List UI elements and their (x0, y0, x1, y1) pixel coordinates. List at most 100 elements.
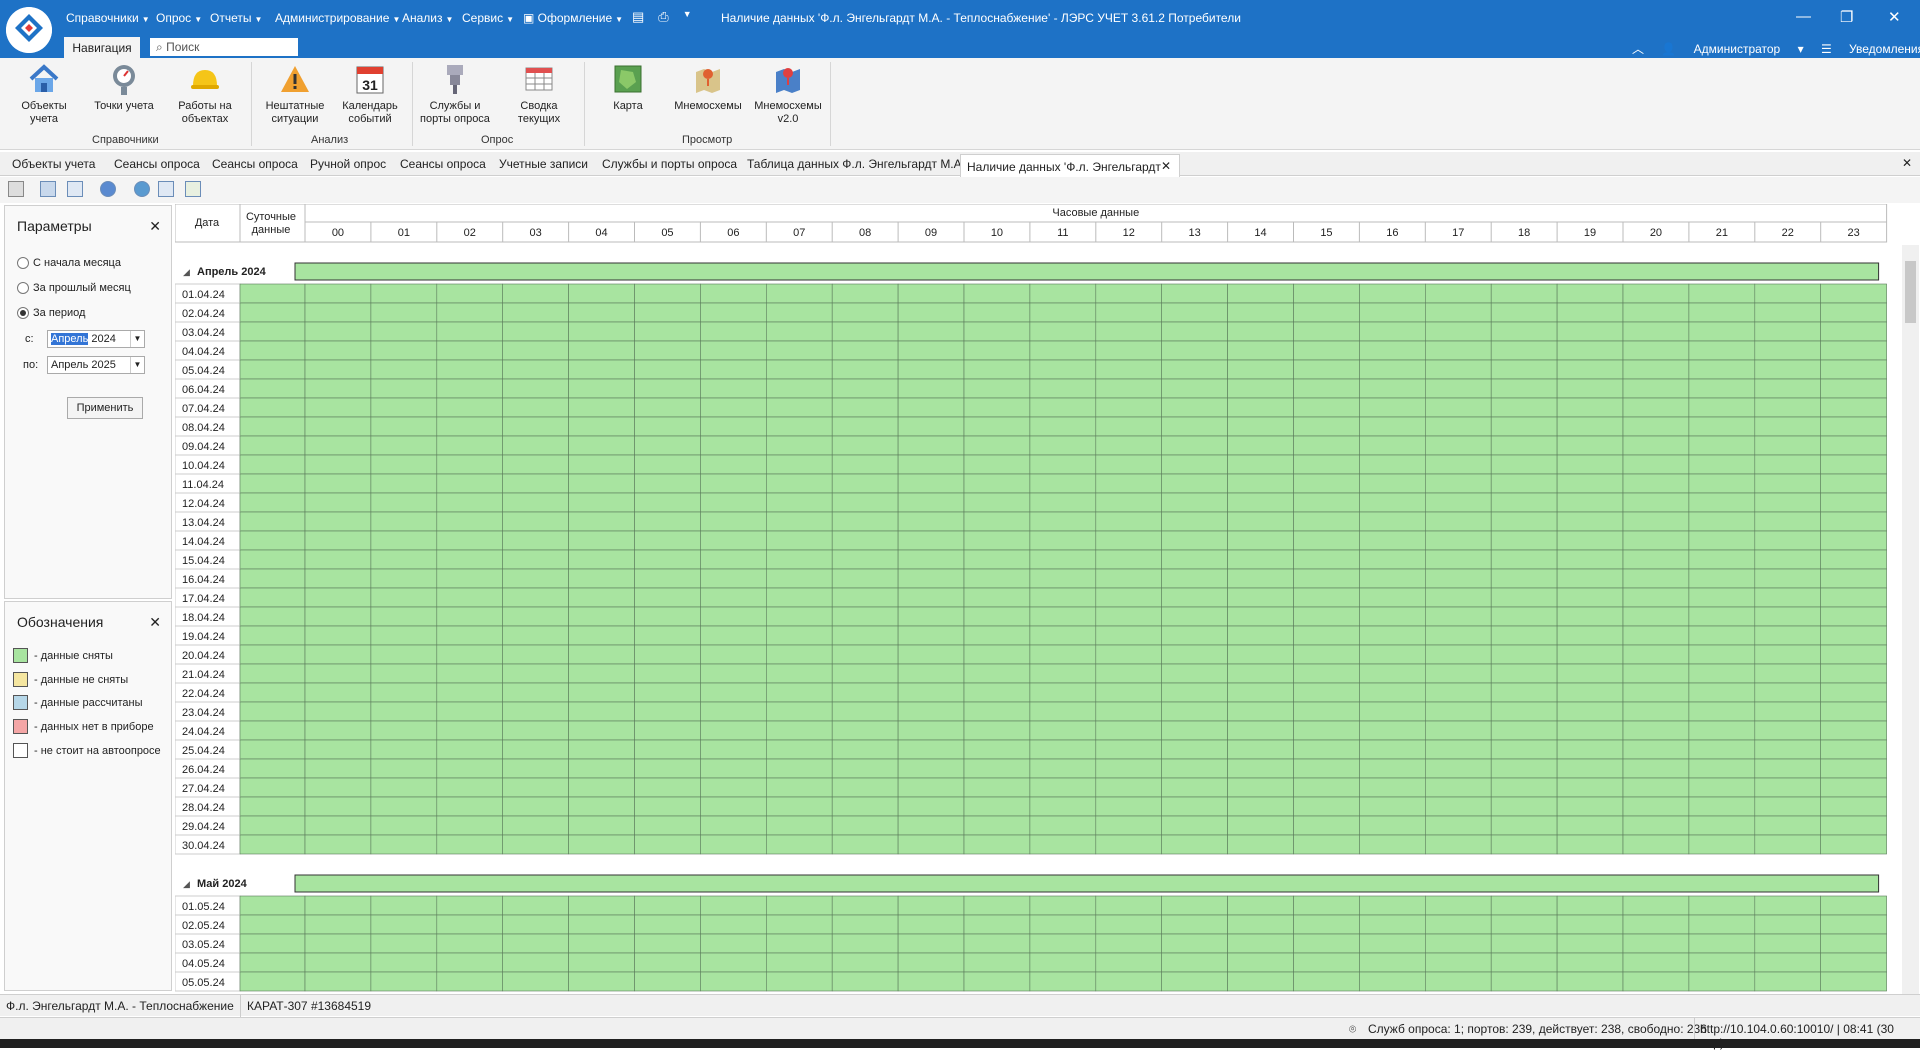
option-month-start[interactable]: С начала месяца (17, 257, 121, 269)
chevron-down-icon[interactable]: ▼ (130, 331, 144, 347)
menu-polling[interactable]: Опрос ▼ (156, 11, 202, 25)
tab-sessions-3[interactable]: Сеансы опроса (400, 157, 486, 171)
hour-cell (765, 321, 833, 342)
chevron-down-icon[interactable]: ▼ (130, 357, 144, 373)
vertical-scrollbar[interactable] (1902, 245, 1919, 994)
restore-button[interactable]: ❐ (1840, 8, 1853, 26)
menu-reports[interactable]: Отчеты ▼ (210, 11, 262, 25)
close-tab-icon[interactable]: ✕ (1161, 159, 1171, 173)
ribbon-map-button[interactable]: Карта (588, 62, 668, 113)
customize-icon[interactable]: ▼ (683, 9, 692, 25)
hour-cell (1490, 568, 1558, 589)
hour-cell (1820, 663, 1887, 684)
hour-cell (1227, 606, 1294, 627)
print-icon[interactable]: ⎙ (658, 9, 668, 25)
hour-cell (1688, 914, 1756, 935)
hour-cell (304, 815, 372, 836)
user-menu[interactable]: 👤 Администратор ▾ (1661, 42, 1803, 56)
close-all-tabs-icon[interactable]: ✕ (1902, 156, 1912, 170)
option-last-month[interactable]: За прошлый месяц (17, 282, 131, 294)
minimize-button[interactable]: — (1796, 8, 1811, 25)
panel-right-icon[interactable] (67, 181, 83, 197)
ribbon-objects-button[interactable]: Объекты учета (4, 62, 84, 126)
tab-sessions-1[interactable]: Сеансы опроса (114, 157, 200, 171)
print-icon[interactable] (8, 181, 24, 197)
app-logo[interactable] (6, 7, 52, 53)
chart-icon[interactable] (185, 181, 201, 197)
hour-cell (568, 435, 635, 456)
daily-cell (239, 397, 306, 418)
hour-cell (1622, 701, 1690, 722)
tab-sessions-2[interactable]: Сеансы опроса (212, 157, 298, 171)
close-legend-icon[interactable]: ✕ (149, 614, 161, 631)
hour-cell (1095, 933, 1162, 954)
hour-cell (963, 397, 1031, 418)
hour-cell (502, 416, 569, 437)
hour-cell (502, 568, 569, 589)
hour-cell (568, 511, 635, 532)
ribbon-incidents-button[interactable]: Нештатные ситуации (255, 62, 335, 126)
hour-cell (304, 625, 372, 646)
hour-cell (1556, 435, 1624, 456)
hour-cell (1029, 625, 1097, 646)
menu-references[interactable]: Справочники ▼ (66, 11, 150, 25)
refresh-icon[interactable] (100, 181, 116, 197)
ribbon-mnemo2-button[interactable]: Мнемосхемы v2.0 (748, 62, 828, 126)
tab-navigation[interactable]: Навигация (64, 37, 140, 58)
close-params-icon[interactable]: ✕ (149, 218, 161, 235)
daily-cell (239, 568, 306, 589)
hour-cell (765, 568, 833, 589)
hour-cell (436, 397, 503, 418)
tab-manual-poll[interactable]: Ручной опрос (310, 157, 386, 171)
ribbon-services-button[interactable]: Службы и порты опроса (415, 62, 495, 126)
hour-cell (1754, 796, 1822, 817)
close-button[interactable]: ✕ (1888, 8, 1901, 26)
hour-cell (1227, 815, 1294, 836)
option-period[interactable]: За период (17, 307, 85, 319)
hour-cell (634, 511, 701, 532)
hour-cell (370, 454, 438, 475)
tab-accounts[interactable]: Учетные записи (499, 157, 588, 171)
scroll-thumb[interactable] (1905, 261, 1916, 323)
notifications-button[interactable]: ☰ Уведомления 881 (1821, 42, 1920, 56)
hour-cell (1490, 682, 1558, 703)
menu-admin[interactable]: Администрирование ▼ (275, 11, 400, 25)
daily-cell (239, 549, 306, 570)
ribbon-mnemo-button[interactable]: Мнемосхемы (668, 62, 748, 113)
ribbon-points-button[interactable]: Точки учета (84, 62, 164, 113)
ribbon-summary-button[interactable]: Сводка текущих (499, 62, 579, 126)
tab-data-table[interactable]: Таблица данных Ф.л. Энгельгардт М.А (747, 157, 962, 171)
ribbon-calendar-button[interactable]: 31 Календарь событий (330, 62, 410, 126)
collapse-ribbon-icon[interactable]: ︿ (1632, 42, 1644, 56)
hour-cell (1556, 758, 1624, 779)
poll-icon[interactable] (134, 181, 150, 197)
to-date-combo[interactable]: Апрель 2025 ▼ (47, 356, 145, 374)
row-date: 03.04.24 (182, 327, 225, 339)
hour-cell (502, 720, 569, 741)
hour-cell (634, 587, 701, 608)
hour-cell (370, 492, 438, 513)
tab-objects[interactable]: Объекты учета (12, 157, 95, 171)
search-input[interactable]: ⌕ Поиск (150, 38, 298, 56)
hour-cell (634, 283, 701, 304)
panel-left-icon[interactable] (40, 181, 56, 197)
hour-cell (700, 895, 767, 916)
menu-analysis[interactable]: Анализ ▼ (402, 11, 453, 25)
hour-cell (1227, 663, 1294, 684)
grid-view-icon[interactable] (158, 181, 174, 197)
ribbon-works-button[interactable]: Работы на объектах (165, 62, 245, 126)
tab-services[interactable]: Службы и порты опроса (602, 157, 737, 171)
menu-appearance[interactable]: ▣ Оформление ▼ (523, 11, 623, 25)
hour-cell (634, 720, 701, 741)
hour-cell (1622, 758, 1690, 779)
from-date-combo[interactable]: Апрель 2024 ▼ (47, 330, 145, 348)
hour-cell (568, 701, 635, 722)
hour-cell (634, 606, 701, 627)
hour-cell (1293, 758, 1360, 779)
tab-data-availability[interactable]: Наличие данных 'Ф.л. Энгельгардт ✕ (960, 154, 1180, 177)
apply-button[interactable]: Применить (67, 397, 143, 419)
menu-service[interactable]: Сервис ▼ (462, 11, 514, 25)
save-icon[interactable]: ▤ (632, 9, 644, 25)
hour-cell (436, 568, 503, 589)
hour-cell (1359, 454, 1426, 475)
